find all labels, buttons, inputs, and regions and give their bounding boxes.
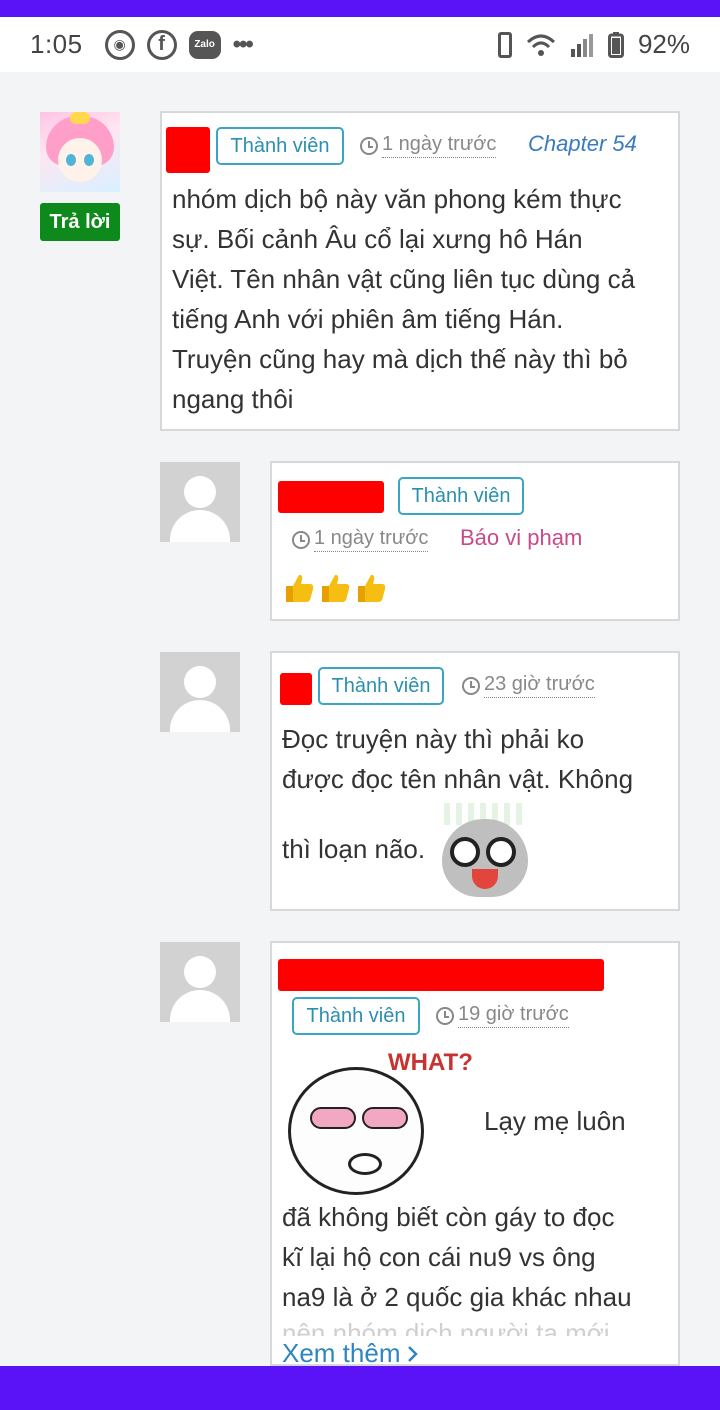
- facebook-icon: f: [146, 29, 177, 60]
- chapter-link[interactable]: Chapter 54: [528, 131, 637, 157]
- reply-card: Thành viên 19 giờ trước WHAT? Lạy mẹ luô…: [270, 941, 680, 1366]
- comment-time: 23 giờ trước: [462, 673, 595, 698]
- redacted-username: [280, 673, 312, 705]
- thumbs-up-icon: [322, 574, 350, 602]
- comment-text-last: thì loạn não.: [282, 834, 426, 864]
- user-avatar[interactable]: [160, 652, 240, 732]
- comment-time: 19 giờ trước: [436, 1003, 569, 1028]
- member-badge: Thành viên: [292, 997, 420, 1035]
- notification-icons: ◉ f Zalo •••: [104, 29, 254, 60]
- battery-percent: 92%: [637, 29, 690, 59]
- user-avatar[interactable]: [40, 112, 120, 192]
- clock-icon: [462, 676, 480, 695]
- redacted-username: [166, 127, 210, 173]
- member-badge: Thành viên: [318, 667, 444, 705]
- reply-card: Thành viên 23 giờ trước Đọc truyện này t…: [270, 651, 680, 911]
- thumbs-up-reaction: [282, 571, 388, 605]
- member-badge: Thành viên: [216, 127, 344, 165]
- see-more-link[interactable]: Xem thêm: [282, 1338, 419, 1369]
- system-icons: 92%: [497, 29, 690, 60]
- redacted-username: [278, 481, 384, 513]
- thumbs-up-icon: [286, 574, 314, 602]
- navigation-bar: [0, 1366, 720, 1410]
- zalo-icon: Zalo: [188, 30, 221, 59]
- wifi-icon: [526, 34, 556, 56]
- clock-icon: [436, 1006, 454, 1025]
- comment-card: Thành viên 1 ngày trước Chapter 54 nhóm …: [160, 111, 680, 431]
- clock-icon: [360, 136, 378, 155]
- comment-text: đã không biết còn gáy to đọc kĩ lại hộ c…: [282, 1202, 632, 1312]
- status-bar-band: [0, 0, 720, 17]
- status-time: 1:05: [30, 29, 83, 59]
- chrome-icon: ◉: [104, 29, 135, 60]
- vibrate-icon: [497, 31, 512, 58]
- reply-button[interactable]: Trả lời: [40, 203, 120, 241]
- reply-card: Thành viên 1 ngày trước Báo vi phạm: [270, 461, 680, 621]
- status-bar: 1:05 ◉ f Zalo ••• 92%: [0, 17, 720, 72]
- redacted-username: [278, 959, 604, 991]
- comment-text: nhóm dịch bộ này văn phong kém thực sự. …: [172, 184, 636, 414]
- member-badge: Thành viên: [398, 477, 524, 515]
- what-face-sticker: WHAT?: [284, 1049, 482, 1199]
- comment-text-first: Lạy mẹ luôn: [484, 1106, 626, 1136]
- truncated-text: nên nhóm dịch người ta mới: [282, 1318, 610, 1336]
- panda-sticker: [436, 799, 534, 899]
- user-avatar[interactable]: [160, 942, 240, 1022]
- clock-icon: [292, 530, 310, 549]
- comment-text: Đọc truyện này thì phải ko được đọc tên …: [282, 724, 634, 794]
- chevron-right-icon: [407, 1345, 418, 1362]
- user-avatar[interactable]: [160, 462, 240, 542]
- battery-icon: [607, 31, 624, 58]
- thumbs-up-icon: [358, 574, 386, 602]
- comment-time: 1 ngày trước: [360, 133, 497, 158]
- report-link[interactable]: Báo vi phạm: [460, 525, 582, 551]
- comment-time: 1 ngày trước: [292, 527, 429, 552]
- more-notifications-icon: •••: [232, 30, 254, 58]
- signal-icon: [570, 33, 594, 57]
